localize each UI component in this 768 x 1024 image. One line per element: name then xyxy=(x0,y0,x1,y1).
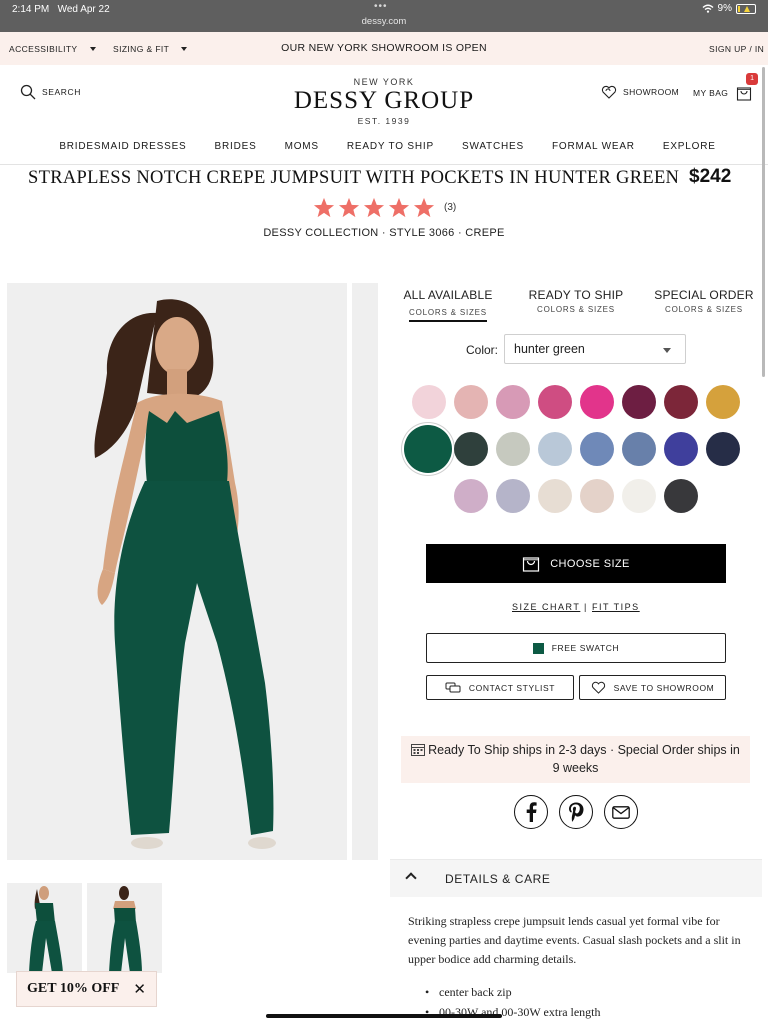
color-swatch[interactable] xyxy=(538,385,572,419)
browser-status-bar: 2:14 PM Wed Apr 22 ••• dessy.com 9% xyxy=(0,0,768,32)
color-label: Color: xyxy=(466,343,499,357)
facebook-icon xyxy=(526,802,537,822)
heart-icon xyxy=(591,681,605,694)
color-swatch[interactable] xyxy=(580,432,614,466)
pinterest-icon xyxy=(569,802,584,822)
showroom-link[interactable]: SHOWROOM xyxy=(601,85,679,99)
product-price: $242 xyxy=(689,166,732,187)
promo-message[interactable]: OUR NEW YORK SHOWROOM IS OPEN xyxy=(0,42,768,54)
color-swatch[interactable] xyxy=(412,385,446,419)
star-icon xyxy=(363,197,385,218)
details-description: Striking strapless crepe jumpsuit lends … xyxy=(408,914,741,966)
color-swatch[interactable] xyxy=(664,479,698,513)
calendar-icon xyxy=(411,744,426,756)
product-image-peek[interactable] xyxy=(352,283,378,860)
color-swatch[interactable] xyxy=(622,432,656,466)
nav-formal-wear[interactable]: FORMAL WEAR xyxy=(552,141,635,152)
chevron-down-icon xyxy=(663,348,671,353)
chevron-up-icon xyxy=(405,872,417,884)
bag-icon: 1 xyxy=(736,73,759,101)
status-time: 2:14 PM Wed Apr 22 xyxy=(12,4,110,15)
scrollbar[interactable] xyxy=(762,67,765,377)
star-icon xyxy=(338,197,360,218)
color-swatch[interactable] xyxy=(496,385,530,419)
tab-special-order[interactable]: SPECIAL ORDER COLORS & SIZES xyxy=(652,288,756,314)
nav-bridesmaid-dresses[interactable]: BRIDESMAID DRESSES xyxy=(59,141,186,152)
nav-explore[interactable]: EXPLORE xyxy=(663,141,716,152)
color-swatch[interactable] xyxy=(496,479,530,513)
battery-indicator: 9% xyxy=(702,3,756,14)
swatch-color-chip xyxy=(532,642,544,654)
main-nav: BRIDESMAID DRESSES BRIDES MOMS READY TO … xyxy=(0,141,768,152)
color-swatch[interactable] xyxy=(706,432,740,466)
rating-stars[interactable]: (3) xyxy=(313,197,456,218)
nav-ready-to-ship[interactable]: READY TO SHIP xyxy=(347,141,434,152)
color-dropdown[interactable]: hunter green xyxy=(504,334,686,364)
color-swatch[interactable] xyxy=(496,432,530,466)
link-separator: | xyxy=(584,602,588,612)
list-item: center back zip xyxy=(425,982,601,1002)
contact-stylist-button[interactable]: CONTACT STYLIST xyxy=(426,675,574,700)
save-to-showroom-button[interactable]: SAVE TO SHOWROOM xyxy=(579,675,726,700)
wifi-icon xyxy=(702,4,714,13)
color-swatch[interactable] xyxy=(664,432,698,466)
bag-icon xyxy=(523,557,540,572)
chat-icon xyxy=(445,682,461,692)
tab-ready-to-ship[interactable]: READY TO SHIP COLORS & SIZES xyxy=(524,288,628,314)
color-swatch[interactable] xyxy=(538,432,572,466)
tab-dots-icon[interactable]: ••• xyxy=(374,1,388,12)
choose-size-button[interactable]: CHOOSE SIZE xyxy=(426,544,726,583)
free-swatch-button[interactable]: FREE SWATCH xyxy=(426,633,726,663)
promo-bar: ACCESSIBILITY SIZING & FIT OUR NEW YORK … xyxy=(0,32,768,65)
color-swatch[interactable] xyxy=(454,385,488,419)
color-swatch[interactable] xyxy=(454,479,488,513)
email-share-button[interactable] xyxy=(604,795,638,829)
star-icon xyxy=(413,197,435,218)
color-swatch[interactable] xyxy=(538,479,572,513)
address-bar[interactable]: dessy.com xyxy=(0,16,768,27)
product-main-image[interactable] xyxy=(7,283,347,860)
heart-showroom-icon xyxy=(601,85,617,99)
close-icon[interactable]: ✕ xyxy=(133,980,146,998)
facebook-share-button[interactable] xyxy=(514,795,548,829)
site-header: SEARCH NEW YORK DESSY GROUP EST. 1939 SH… xyxy=(0,65,768,165)
size-chart-link[interactable]: SIZE CHART xyxy=(512,602,580,612)
pinterest-share-button[interactable] xyxy=(559,795,593,829)
nav-moms[interactable]: MOMS xyxy=(285,141,319,152)
details-care-accordion[interactable]: DETAILS & CARE xyxy=(390,859,762,897)
home-indicator[interactable] xyxy=(266,1014,502,1018)
color-swatch[interactable] xyxy=(580,479,614,513)
tab-all-available[interactable]: ALL AVAILABLE COLORS & SIZES xyxy=(400,288,496,322)
product-thumbnail[interactable] xyxy=(87,883,162,973)
color-swatch[interactable] xyxy=(454,432,488,466)
color-swatch-selected[interactable] xyxy=(404,425,452,473)
color-swatch[interactable] xyxy=(622,479,656,513)
star-icon xyxy=(388,197,410,218)
star-icon xyxy=(313,197,335,218)
discount-popup[interactable]: GET 10% OFF ✕ xyxy=(16,971,157,1007)
color-swatch[interactable] xyxy=(706,385,740,419)
nav-swatches[interactable]: SWATCHES xyxy=(462,141,524,152)
fit-tips-link[interactable]: FIT TIPS xyxy=(592,602,640,612)
color-swatch[interactable] xyxy=(664,385,698,419)
battery-icon xyxy=(736,3,756,14)
review-count[interactable]: (3) xyxy=(444,202,456,213)
product-thumbnail[interactable] xyxy=(7,883,82,973)
mail-icon xyxy=(612,805,630,819)
bag-count-badge: 1 xyxy=(746,73,759,85)
list-item: 00-30W and 00-30W extra length xyxy=(425,1002,601,1022)
shipping-info: Ready To Ship ships in 2-3 days · Specia… xyxy=(401,736,750,783)
sign-in-link[interactable]: SIGN UP / IN xyxy=(709,44,764,54)
nav-brides[interactable]: BRIDES xyxy=(215,141,257,152)
color-swatch[interactable] xyxy=(622,385,656,419)
product-meta: DESSY COLLECTION · STYLE 3066 · CREPE xyxy=(263,227,505,239)
color-swatch[interactable] xyxy=(580,385,614,419)
product-title: STRAPLESS NOTCH CREPE JUMPSUIT WITH POCK… xyxy=(28,168,680,188)
my-bag-link[interactable]: MY BAG 1 xyxy=(693,73,759,101)
